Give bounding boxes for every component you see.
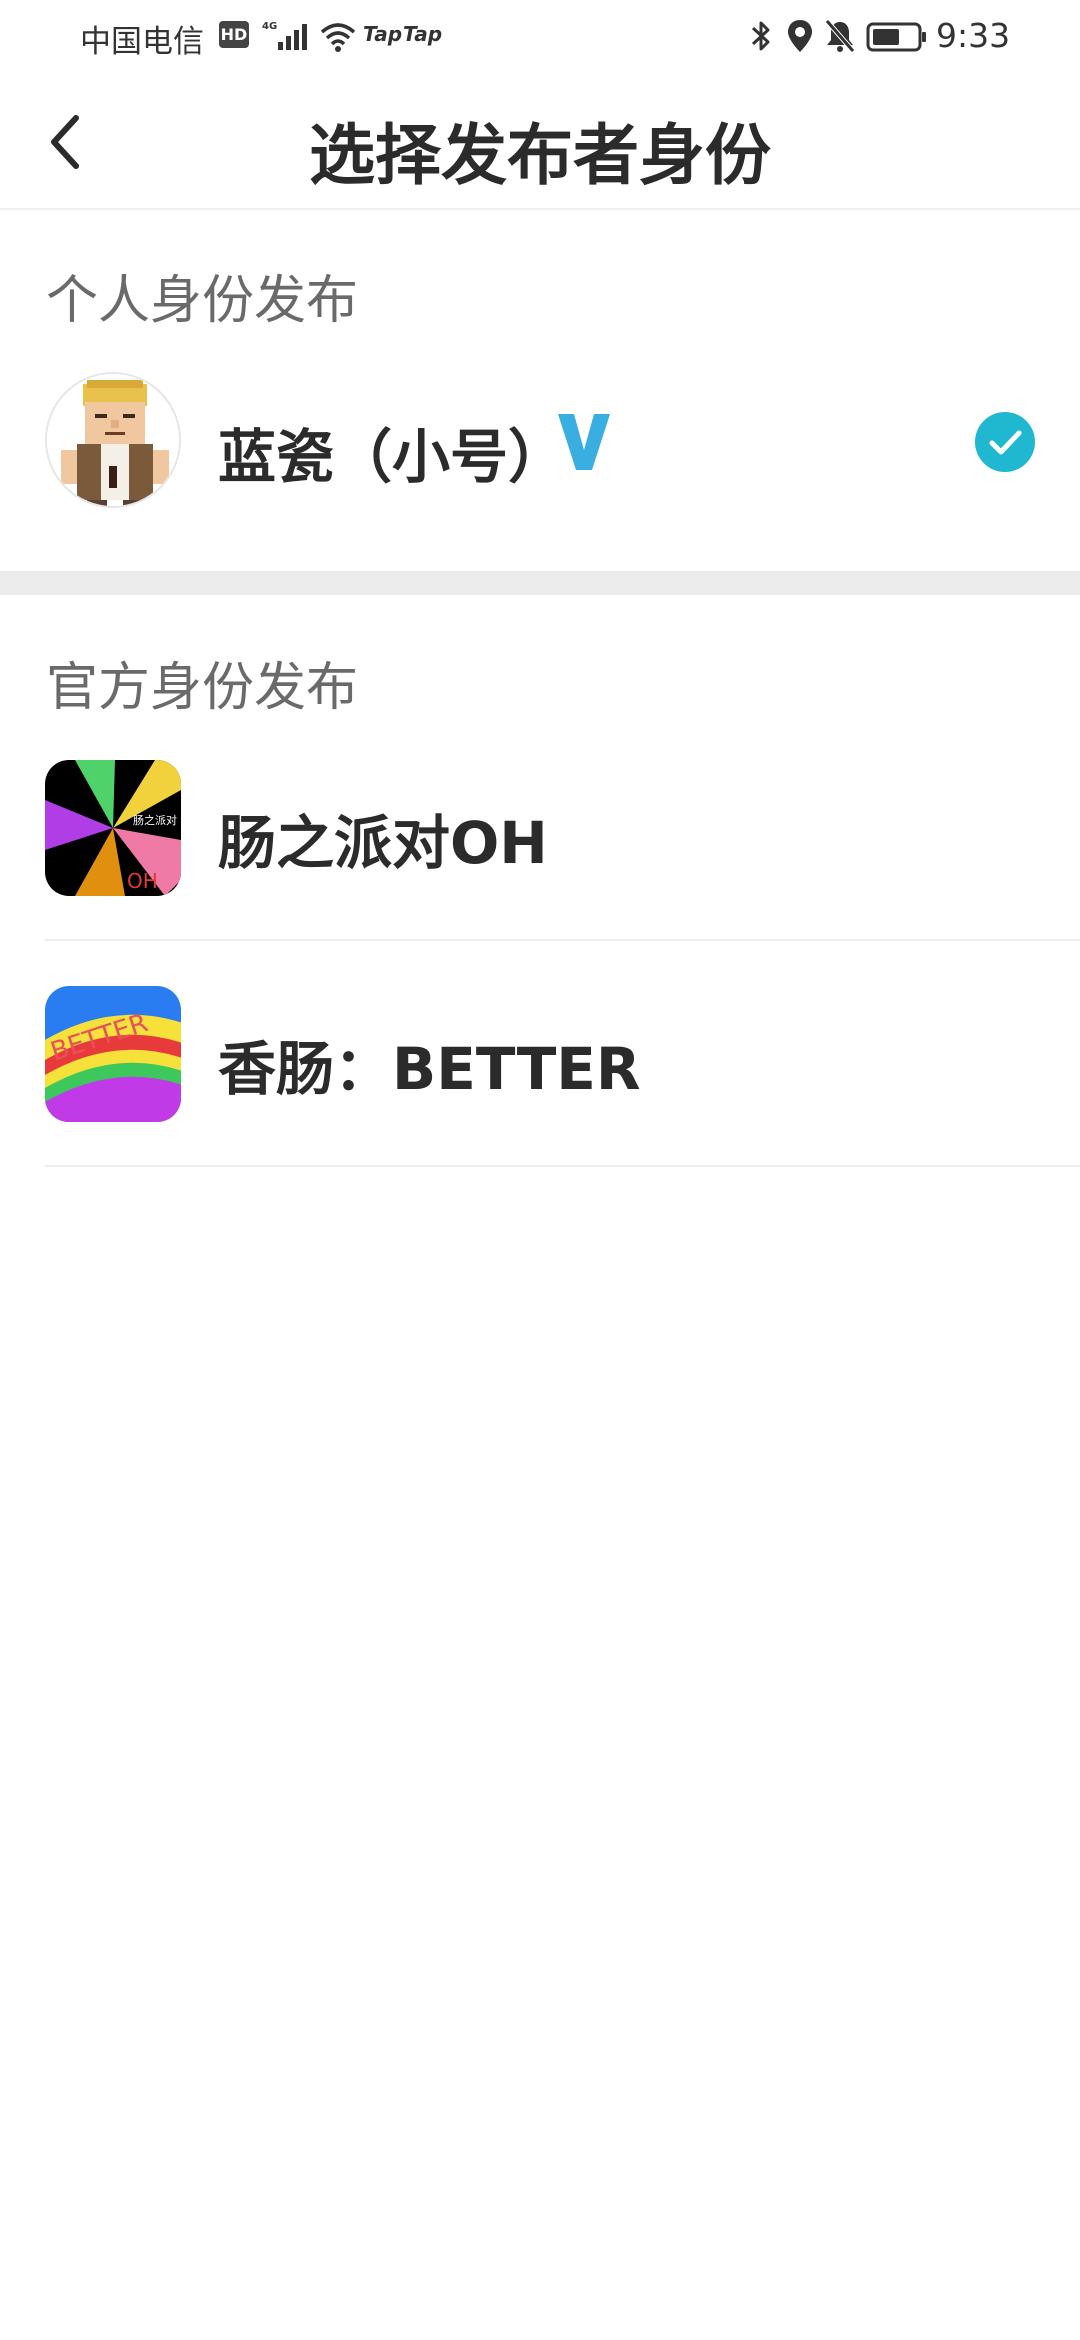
status-time: 9:33 [936,16,1011,55]
section-title-personal: 个人身份发布 [46,271,359,331]
app-icon-party: 肠之派对 OH [45,760,181,896]
identity-row-official[interactable]: BETTER 香肠：BETTER [0,942,1080,1167]
section-title-official: 官方身份发布 [46,658,359,718]
bluetooth-icon [751,21,770,51]
wifi-icon [320,23,356,52]
app-icon-text: 肠之派对 [133,813,177,827]
hd-badge: HD [219,21,249,48]
app-icon-text: OH [127,869,158,893]
identity-name: 肠之派对OH [218,809,548,877]
avatar-cartoon-character-icon [47,374,179,506]
header: 选择发布者身份 [0,72,1080,210]
row-divider [45,1165,1080,1167]
selected-check-icon[interactable] [975,412,1035,472]
rainbow-icon: BETTER [45,986,181,1122]
identity-row-official[interactable]: 肠之派对 OH 肠之派对OH [0,716,1080,941]
carrier-label: 中国电信 [80,24,204,60]
status-bar: 中国电信 HD 4G Tap Tap 9:33 [0,0,1080,72]
identity-row-personal[interactable]: 蓝瓷（小号） [0,330,1080,560]
party-wheel-icon: 肠之派对 OH [45,760,181,896]
page-title: 选择发布者身份 [309,117,771,194]
battery-icon [866,22,926,52]
verified-v-icon [558,414,610,470]
app-icon-better: BETTER [45,986,181,1122]
taptap-indicator: Tap [363,22,403,46]
location-icon [788,20,812,52]
row-divider [45,939,1080,941]
signal-icon: 4G [262,21,307,50]
taptap-indicator: Tap [403,22,443,46]
identity-name: 香肠：BETTER [218,1035,641,1103]
section-divider [0,571,1080,595]
avatar [45,372,181,508]
bell-muted-icon [825,19,855,53]
network-type-label: 4G [262,21,277,32]
identity-name: 蓝瓷（小号） [218,423,567,491]
